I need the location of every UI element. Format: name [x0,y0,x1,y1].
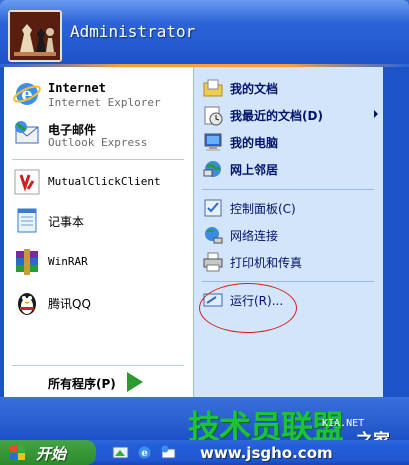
network-places-icon [203,161,221,177]
program-item-mutualclickclient[interactable]: MutualClickClient [12,167,187,197]
places-item-label: 我的电脑 [230,136,279,150]
printers-faxes-icon [203,252,223,272]
all-programs-button[interactable]: 所有程序(P) [40,372,160,392]
red-annotation-circle [199,283,297,333]
program-label: MutualClickClient [48,175,161,188]
right-pane-separator [202,189,374,190]
pinned-item-internet[interactable]: e Internet Internet Explorer [12,79,187,113]
control-panel-icon [204,199,222,217]
internet-explorer-icon[interactable]: e [136,444,153,461]
places-item-my-computer[interactable]: 我的电脑 [202,131,382,153]
places-item-control-panel[interactable]: 控制面板(C) [202,197,382,219]
all-programs-label: 所有程序(P) [48,377,116,391]
mutualclick-icon [14,169,40,195]
network-connections-icon [205,227,223,244]
svg-text:e: e [141,448,147,459]
my-documents-icon [203,79,223,97]
pinned-item-title: Internet [48,81,106,95]
start-button-label: 开始 [36,445,67,463]
submenu-arrow-icon [374,110,378,118]
chess-pieces-icon [10,12,60,60]
show-desktop-icon[interactable] [112,444,129,461]
outlook-express-icon[interactable] [160,444,177,461]
internet-explorer-icon: e [13,83,41,105]
notepad-icon [17,208,37,233]
pinned-item-email[interactable]: 电子邮件 Outlook Express [12,119,187,153]
program-label: WinRAR [48,255,88,268]
program-item-notepad[interactable]: 记事本 [12,205,187,235]
right-pane: 我的文档 我最近的文档(D) 我的电脑 网上邻居 控制面板(C) 网络连接 打印… [193,67,383,397]
places-item-label: 控制面板(C) [230,202,296,216]
places-item-recent-documents[interactable]: 我最近的文档(D) [202,104,382,126]
pinned-item-subtitle: Internet Explorer [48,96,161,109]
recent-documents-icon [204,106,223,126]
windows-logo-icon [10,445,25,460]
user-avatar[interactable] [8,10,62,62]
program-label: 记事本 [48,215,85,229]
winrar-icon [16,249,38,275]
places-item-label: 网络连接 [230,229,279,243]
start-menu: Administrator e Internet Internet Explor… [0,0,409,440]
green-arrow-icon [127,372,143,392]
places-item-label: 打印机和传真 [230,256,303,270]
places-item-label: 网上邻居 [230,163,279,177]
left-pane-separator [12,365,184,366]
qq-penguin-icon [18,293,36,315]
start-menu-header: Administrator [0,0,409,64]
places-item-label: 我最近的文档(D) [230,109,323,123]
places-item-printers-faxes[interactable]: 打印机和传真 [202,251,382,273]
places-item-my-documents[interactable]: 我的文档 [202,77,382,99]
program-label: 腾讯QQ [48,297,91,311]
my-computer-icon [204,133,222,151]
left-pane-separator [12,159,184,160]
places-item-network-connections[interactable]: 网络连接 [202,224,382,246]
start-button[interactable]: 开始 [0,440,96,465]
places-item-network-places[interactable]: 网上邻居 [202,158,382,180]
username-label: Administrator [70,22,196,41]
program-item-qq[interactable]: 腾讯QQ [12,287,187,317]
program-item-winrar[interactable]: WinRAR [12,247,187,277]
left-pane: e Internet Internet Explorer 电子邮件 Outloo… [4,67,193,397]
pinned-item-subtitle: Outlook Express [48,136,148,149]
watermark-url: www.jsgho.com [200,444,333,462]
right-pane-separator [202,281,374,282]
places-item-label: 我的文档 [230,82,279,96]
outlook-express-icon [15,121,39,144]
